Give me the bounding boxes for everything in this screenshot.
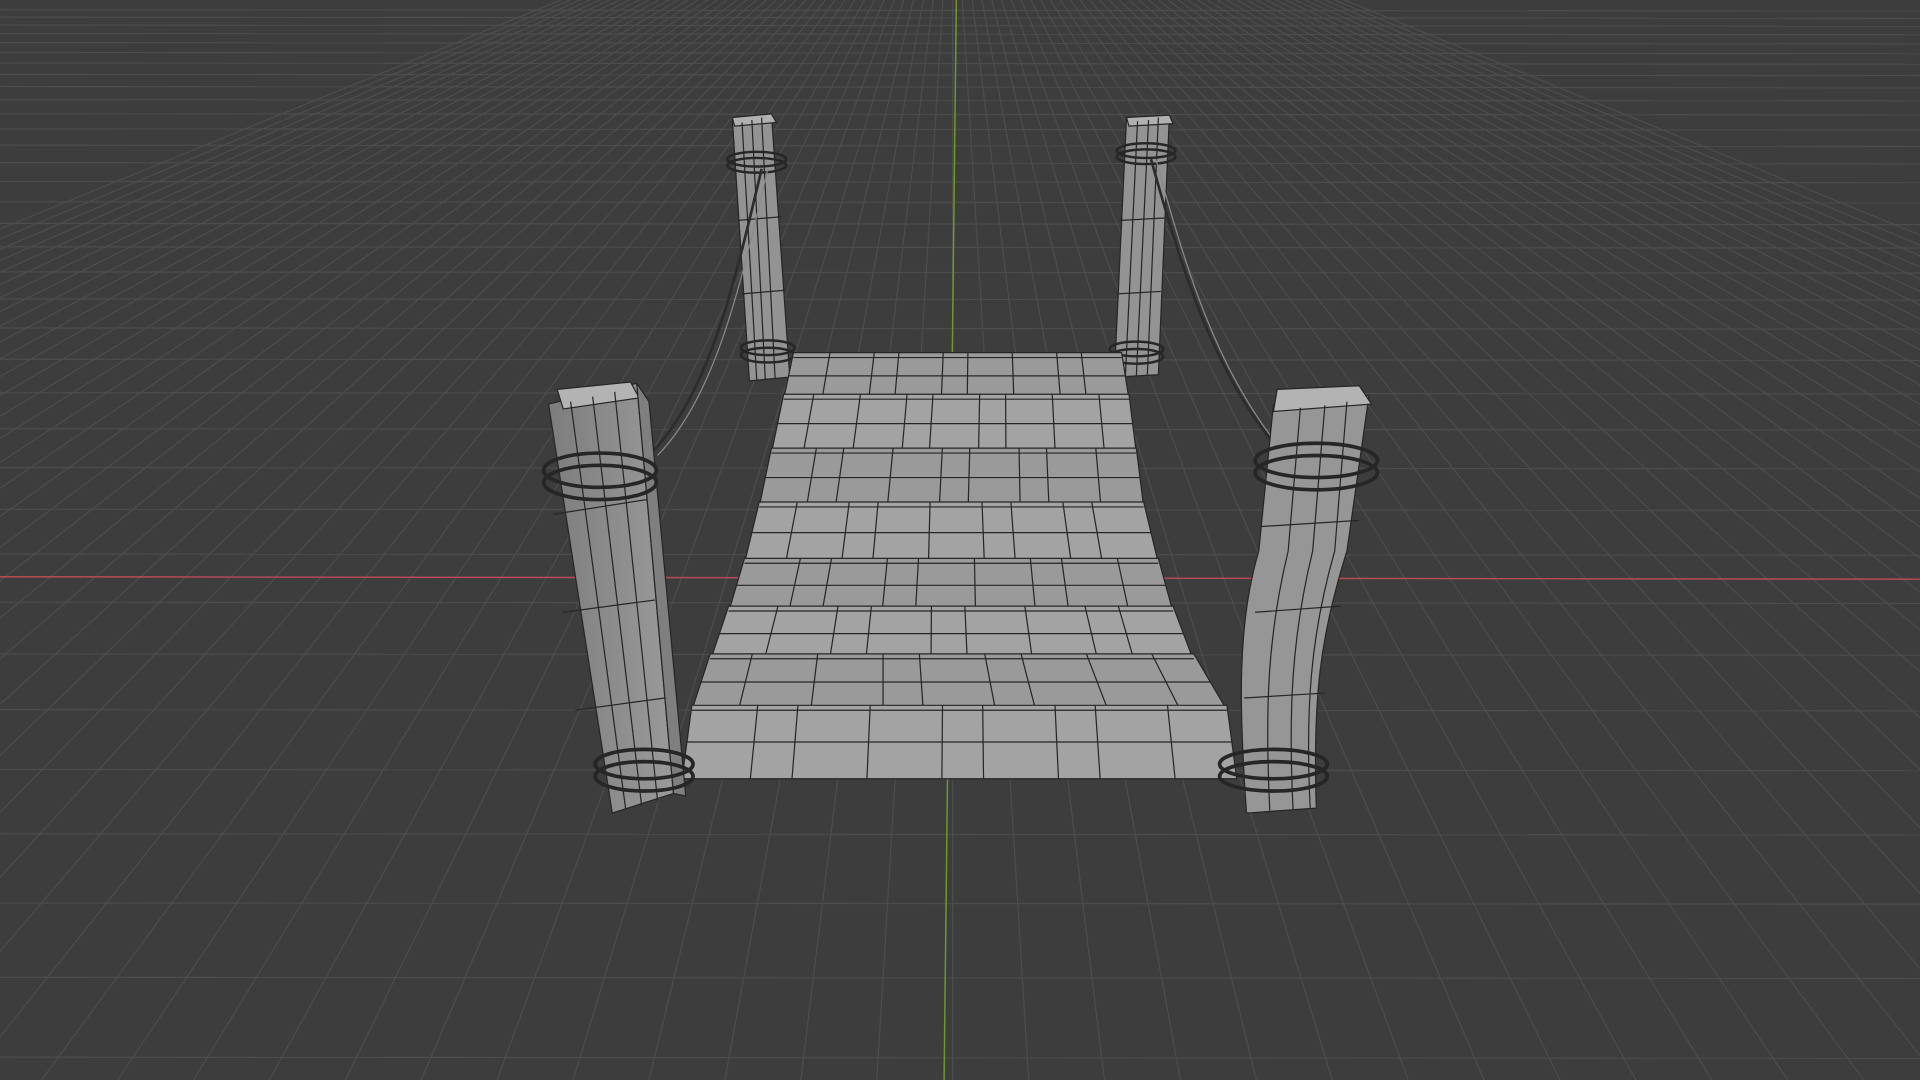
grid-line — [1118, 0, 1920, 771]
grid-line — [41, 0, 836, 1080]
grid-line — [0, 327, 1920, 330]
grid-line — [0, 113, 1920, 116]
grid-line — [0, 0, 826, 1038]
grid-line — [0, 73, 1920, 77]
grid-line — [0, 62, 1920, 65]
grid-line — [0, 0, 660, 360]
grid-line — [0, 162, 1920, 165]
grid-line — [1079, 0, 1920, 1057]
grid-line — [0, 42, 1920, 45]
grid-line — [1069, 0, 1865, 1080]
grid-line — [1295, 0, 1920, 293]
grid-line — [0, 0, 571, 240]
grid-line — [0, 0, 807, 879]
grid-line — [0, 0, 581, 251]
grid-line — [1265, 0, 1920, 335]
grid-line — [0, 0, 650, 343]
bridge-deck[interactable] — [681, 352, 1238, 780]
grid-line — [0, 0, 591, 262]
viewport-canvas[interactable] — [0, 0, 1920, 1080]
grid-line — [0, 9, 1920, 12]
grid-line — [0, 201, 1920, 204]
grid-line — [0, 1056, 1920, 1060]
grid-line — [0, 833, 1920, 836]
grid-line — [0, 0, 787, 757]
3d-viewport[interactable] — [0, 0, 1920, 1080]
grid-line — [1344, 0, 1920, 236]
grid-line — [1275, 0, 1920, 320]
grid-line — [0, 144, 1920, 147]
grid-line — [1334, 0, 1920, 246]
grid-line — [0, 85, 1920, 89]
front-left-post[interactable] — [541, 381, 695, 814]
grid-line — [0, 16, 1920, 19]
grid-line — [0, 128, 1920, 131]
grid-line — [0, 32, 1920, 36]
grid-line — [1108, 0, 1920, 829]
grid-line — [0, 0, 816, 953]
grid-line — [0, 902, 1920, 905]
grid-line — [0, 222, 1920, 226]
grid-line — [1256, 0, 1920, 351]
grid-line — [0, 24, 1920, 27]
grid-line — [0, 271, 1920, 274]
grid-line — [0, 298, 1920, 301]
grid-line — [0, 0, 601, 273]
front-right-post[interactable] — [1217, 385, 1380, 814]
grid-line — [0, 180, 1920, 184]
grid-line — [0, 0, 669, 378]
grid-line — [0, 99, 1920, 102]
grid-line — [0, 246, 1920, 249]
grid-line — [0, 976, 1920, 980]
grid-line — [0, 51, 1920, 55]
grid-line — [0, 0, 562, 230]
grid-line — [1138, 0, 1920, 673]
